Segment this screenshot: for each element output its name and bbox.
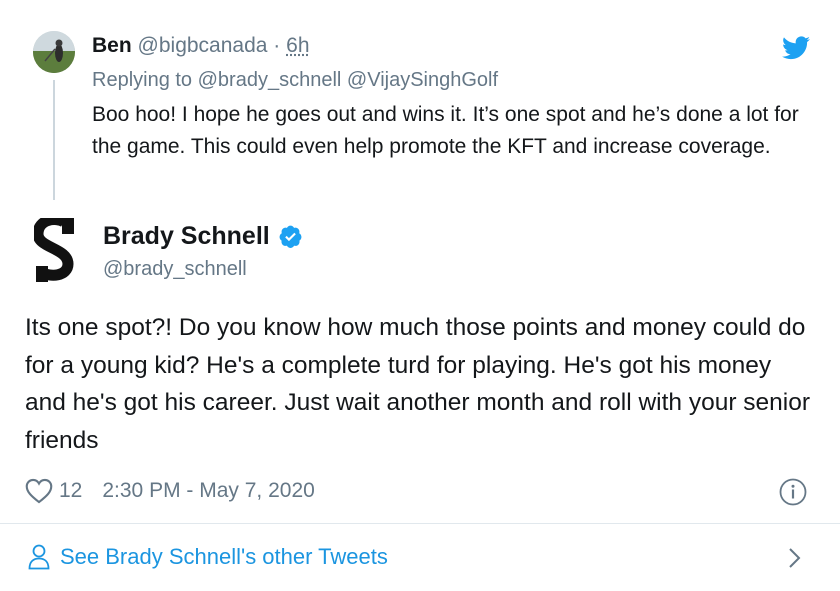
heart-icon[interactable] [25,478,53,504]
reply-tweet-text: Boo hoo! I hope he goes out and wins it.… [92,103,799,158]
main-author-row: Brady Schnell [103,220,303,252]
replying-to-line: Replying to @brady_schnell @VijaySinghGo… [92,67,498,93]
reply-author-avatar[interactable] [33,31,75,73]
main-author-handle[interactable]: @brady_schnell [103,255,247,283]
brady-schnell-logo-avatar[interactable] [34,218,78,284]
tweet-embed-card: Ben @bigbcanada · 6h Replying to @brady_… [0,0,840,591]
avatar-photo [33,31,75,73]
thread-connector-line [53,80,55,200]
tweet-meta-row: 12 2:30 PM - May 7, 2020 [25,476,315,506]
verified-badge-icon [279,225,302,248]
like-count: 12 [59,479,83,502]
reply-timestamp[interactable]: 6h [286,34,309,57]
twitter-bird-icon[interactable] [782,36,810,60]
reply-header: Ben @bigbcanada · 6h [92,33,310,59]
reply-separator: · [273,34,281,57]
main-author-name[interactable]: Brady Schnell [103,220,270,252]
see-other-tweets-link[interactable]: See Brady Schnell's other Tweets [28,541,388,573]
mention-link-1[interactable]: @brady_schnell [198,69,342,91]
main-tweet-text: Its one spot?! Do you know how much thos… [25,314,811,454]
see-other-tweets-label[interactable]: See Brady Schnell's other Tweets [60,541,388,573]
divider [0,523,840,524]
chevron-right-icon[interactable] [787,546,803,570]
mention-link-2[interactable]: @VijaySinghGolf [347,69,498,91]
reply-author-name[interactable]: Ben [92,34,132,57]
tweet-timestamp[interactable]: 2:30 PM - May 7, 2020 [102,476,314,506]
info-icon[interactable] [778,477,808,507]
reply-author-handle[interactable]: @bigbcanada [138,34,268,57]
person-icon [28,544,50,570]
replying-to-label: Replying to [92,69,193,91]
